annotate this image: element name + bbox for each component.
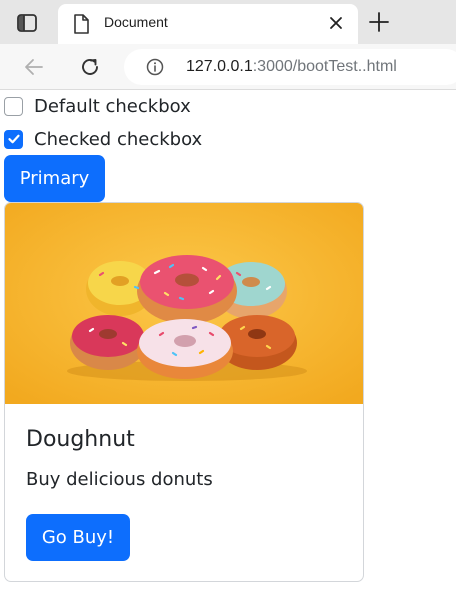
back-arrow-icon[interactable] bbox=[22, 55, 46, 79]
close-icon[interactable] bbox=[328, 15, 344, 31]
reload-icon[interactable] bbox=[78, 55, 102, 79]
url-text: 127.0.0.1:3000/bootTest..html bbox=[186, 58, 397, 76]
default-checkbox[interactable] bbox=[4, 96, 23, 116]
url-input[interactable]: 127.0.0.1:3000/bootTest..html bbox=[124, 49, 456, 85]
doughnut-image bbox=[5, 203, 363, 404]
go-buy-button[interactable]: Go Buy! bbox=[26, 514, 130, 561]
url-host: 127.0.0.1 bbox=[186, 58, 253, 75]
tab-document[interactable]: Document bbox=[58, 4, 358, 44]
plus-icon[interactable] bbox=[368, 11, 390, 33]
default-checkbox-label: Default checkbox bbox=[34, 95, 191, 117]
default-checkbox-row[interactable]: Default checkbox bbox=[4, 93, 191, 119]
document-icon bbox=[72, 14, 90, 34]
sidebar-toggle-icon[interactable] bbox=[8, 8, 46, 38]
checked-checkbox-label: Checked checkbox bbox=[34, 128, 203, 150]
checked-checkbox[interactable] bbox=[4, 129, 23, 149]
product-card: Doughnut Buy delicious donuts Go Buy! bbox=[4, 202, 364, 582]
browser-tab-bar: Document bbox=[0, 0, 456, 44]
checkmark-icon bbox=[7, 134, 20, 144]
info-icon[interactable] bbox=[146, 58, 164, 76]
page-content: Default checkbox Checked checkbox Primar… bbox=[0, 91, 456, 616]
address-bar: 127.0.0.1:3000/bootTest..html bbox=[0, 44, 456, 90]
tab-title: Document bbox=[104, 14, 168, 30]
url-path: :3000/bootTest..html bbox=[252, 58, 397, 75]
card-text: Buy delicious donuts bbox=[26, 469, 213, 490]
card-title: Doughnut bbox=[26, 427, 135, 452]
primary-button[interactable]: Primary bbox=[4, 155, 105, 202]
checked-checkbox-row[interactable]: Checked checkbox bbox=[4, 126, 202, 152]
